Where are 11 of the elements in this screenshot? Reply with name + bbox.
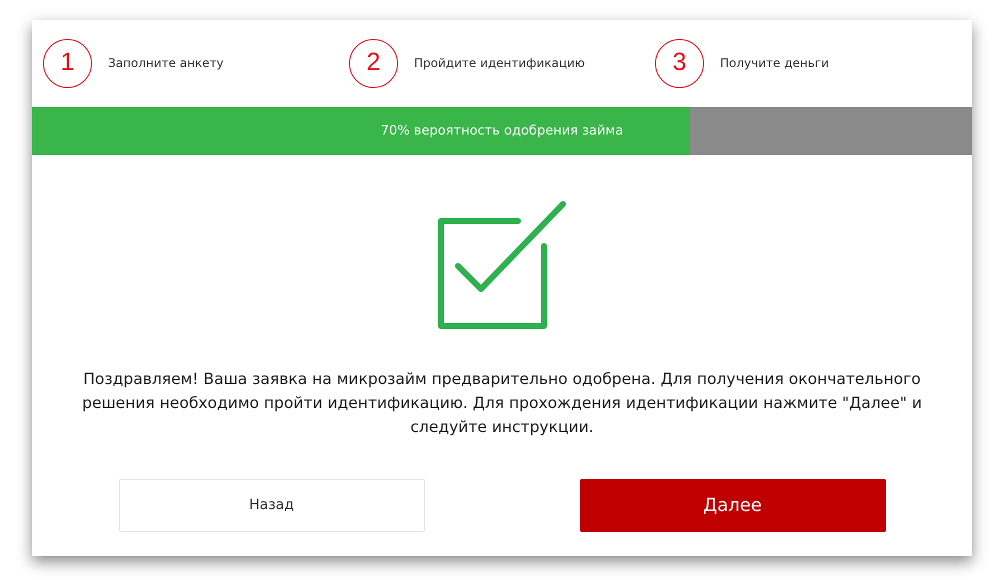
step-label: Заполните анкету bbox=[108, 55, 224, 72]
step-label: Пройдите идентификацию bbox=[414, 55, 585, 72]
step-number: 2 bbox=[349, 38, 398, 88]
step-number: 1 bbox=[43, 38, 92, 88]
back-button[interactable]: Назад bbox=[118, 479, 424, 532]
message-text: Поздравляем! Ваша заявка на микрозайм предварительно одобрена. Для получения окончательного решения необходимо пройти идентификацию. Для прохождения идентификации нажмите "Далее" и следуйте инструкции. bbox=[81, 369, 923, 438]
next-button[interactable]: Далее bbox=[580, 479, 886, 532]
step-number: 3 bbox=[655, 38, 704, 88]
progress-text: 70% вероятность одобрения займа bbox=[380, 122, 624, 140]
step-label: Получите деньги bbox=[720, 55, 829, 72]
checkbox-check-icon bbox=[438, 201, 566, 331]
